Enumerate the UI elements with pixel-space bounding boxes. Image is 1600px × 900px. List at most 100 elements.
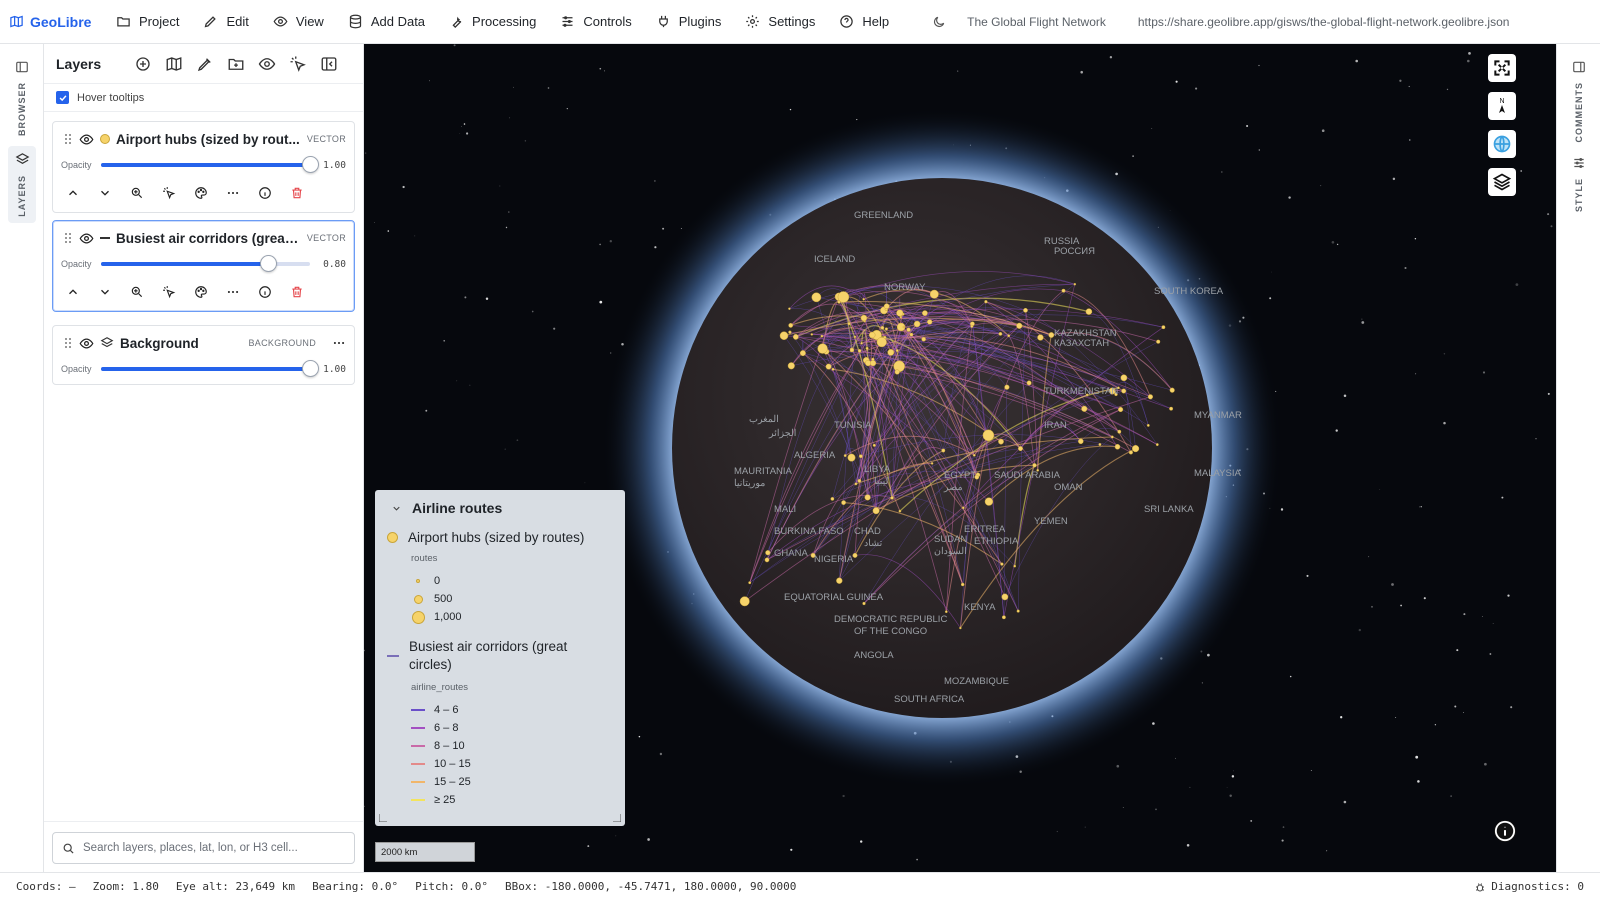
- more-options-icon[interactable]: [226, 186, 240, 200]
- layer-search-input[interactable]: Search layers, places, lat, lon, or H3 c…: [52, 832, 355, 864]
- attribution-button[interactable]: [1494, 820, 1516, 842]
- tab-style[interactable]: STYLE: [1565, 150, 1593, 218]
- star: [374, 222, 376, 223]
- tab-comments-label: COMMENTS: [1574, 82, 1584, 143]
- zoom-to-layer-icon[interactable]: [130, 285, 144, 299]
- menu-add-data[interactable]: Add Data: [336, 0, 437, 44]
- more-options-icon[interactable]: [226, 285, 240, 299]
- star: [505, 226, 508, 229]
- fullscreen-button[interactable]: [1488, 54, 1516, 82]
- sidebar-panel-icon: [16, 61, 28, 73]
- legend-hubs-name: Airport hubs (sized by routes): [408, 530, 585, 545]
- layer-card-background[interactable]: Background BACKGROUND Opacity 1.00: [52, 325, 355, 385]
- menu-view[interactable]: View: [261, 0, 336, 44]
- place-label: MOZAMBIQUE: [944, 676, 1009, 687]
- basemap-icon[interactable]: [165, 55, 183, 73]
- tab-browser[interactable]: BROWSER: [8, 54, 36, 142]
- visibility-eye-icon[interactable]: [79, 336, 94, 351]
- diagnostics-button[interactable]: Diagnostics: 0: [1474, 880, 1584, 893]
- drag-handle-icon[interactable]: [63, 337, 73, 349]
- star: [1463, 712, 1464, 713]
- airport-hub: [739, 596, 750, 607]
- hover-tooltips-checkbox[interactable]: [56, 91, 69, 104]
- place-label: BURKINA FASO: [774, 526, 844, 537]
- hover-tooltips-toggle[interactable]: Hover tooltips: [44, 84, 363, 112]
- menu-settings[interactable]: Settings: [733, 0, 827, 44]
- airport-hub: [898, 509, 902, 513]
- tab-layers[interactable]: LAYERS: [8, 146, 36, 223]
- star: [1446, 88, 1449, 91]
- opacity-slider-thumb[interactable]: [302, 360, 319, 377]
- identify-icon[interactable]: [162, 285, 176, 299]
- map-canvas[interactable]: GREENLAND RUSSIA РОССИЯ KAZAKHSTAN КАЗАХСТАН…: [364, 44, 1556, 872]
- layer-card-airport-hubs[interactable]: Airport hubs (sized by rout... VECTOR Op…: [52, 121, 355, 213]
- place-label: SOUTH KOREA: [1154, 286, 1224, 297]
- menu-processing[interactable]: Processing: [437, 0, 548, 44]
- drag-handle-icon[interactable]: [63, 232, 73, 244]
- legend-corridor-label: 4 – 6: [434, 704, 459, 716]
- opacity-slider-thumb[interactable]: [302, 156, 319, 173]
- star: [1501, 496, 1504, 499]
- identify-icon[interactable]: [162, 186, 176, 200]
- star: [508, 211, 510, 213]
- place-label: NIGERIA: [814, 554, 854, 565]
- style-palette-icon[interactable]: [194, 285, 208, 299]
- star: [499, 185, 501, 187]
- menu-help[interactable]: Help: [827, 0, 901, 44]
- globe[interactable]: [672, 178, 1212, 718]
- place-label: MAURITANIA: [734, 466, 793, 477]
- airport-hub: [1117, 429, 1122, 434]
- tab-comments[interactable]: COMMENTS: [1565, 54, 1593, 149]
- info-icon[interactable]: [258, 186, 272, 200]
- move-down-icon[interactable]: [98, 186, 112, 200]
- visibility-eye-icon[interactable]: [79, 132, 94, 147]
- chevron-down-icon[interactable]: [391, 503, 402, 514]
- zoom-to-layer-icon[interactable]: [130, 186, 144, 200]
- opacity-slider[interactable]: [101, 255, 310, 272]
- layer-card-air-corridors[interactable]: Busiest air corridors (great ... VECTOR …: [52, 220, 355, 312]
- style-palette-icon[interactable]: [194, 186, 208, 200]
- star: [1109, 56, 1113, 59]
- more-options-icon[interactable]: [332, 336, 346, 350]
- resize-handle-right-icon[interactable]: [613, 814, 621, 822]
- menu-edit[interactable]: Edit: [191, 0, 260, 44]
- delete-icon[interactable]: [290, 186, 304, 200]
- visibility-eye-icon[interactable]: [79, 231, 94, 246]
- drag-handle-icon[interactable]: [63, 133, 73, 145]
- star: [789, 108, 792, 111]
- opacity-slider[interactable]: [101, 360, 319, 377]
- add-group-icon[interactable]: [227, 55, 245, 73]
- app-logo[interactable]: GeoLibre: [0, 14, 104, 30]
- star: [1335, 429, 1338, 432]
- delete-icon[interactable]: [290, 285, 304, 299]
- place-label: YEMEN: [1034, 516, 1068, 527]
- globe-projection-button[interactable]: [1488, 130, 1516, 158]
- airport-hub: [1032, 463, 1037, 468]
- move-up-icon[interactable]: [66, 285, 80, 299]
- airport-hub: [858, 454, 863, 459]
- opacity-slider-thumb[interactable]: [260, 255, 278, 272]
- compass-button[interactable]: N: [1488, 92, 1516, 120]
- layer-name: Background: [120, 335, 199, 351]
- add-layer-icon[interactable]: [134, 55, 152, 73]
- collapse-panel-icon[interactable]: [320, 55, 338, 73]
- menu-plugins[interactable]: Plugins: [644, 0, 734, 44]
- menu-controls[interactable]: Controls: [548, 0, 643, 44]
- star: [1409, 139, 1411, 141]
- move-up-icon[interactable]: [66, 186, 80, 200]
- info-icon[interactable]: [258, 285, 272, 299]
- resize-handle-left-icon[interactable]: [379, 814, 387, 822]
- bug-icon: [1476, 882, 1485, 891]
- theme-toggle-button[interactable]: [929, 15, 949, 29]
- legend-header[interactable]: Airline routes: [375, 490, 625, 526]
- legend-hubs-field: routes: [411, 553, 438, 564]
- select-icon[interactable]: [289, 55, 307, 73]
- layer-switcher-button[interactable]: [1488, 168, 1516, 196]
- visibility-icon[interactable]: [258, 55, 276, 73]
- menu-project[interactable]: Project: [104, 0, 191, 44]
- share-url[interactable]: https://share.geolibre.app/gisws/the-glo…: [1138, 15, 1538, 29]
- draw-icon[interactable]: [196, 55, 214, 73]
- star: [1186, 844, 1190, 847]
- opacity-slider[interactable]: [101, 156, 319, 173]
- move-down-icon[interactable]: [98, 285, 112, 299]
